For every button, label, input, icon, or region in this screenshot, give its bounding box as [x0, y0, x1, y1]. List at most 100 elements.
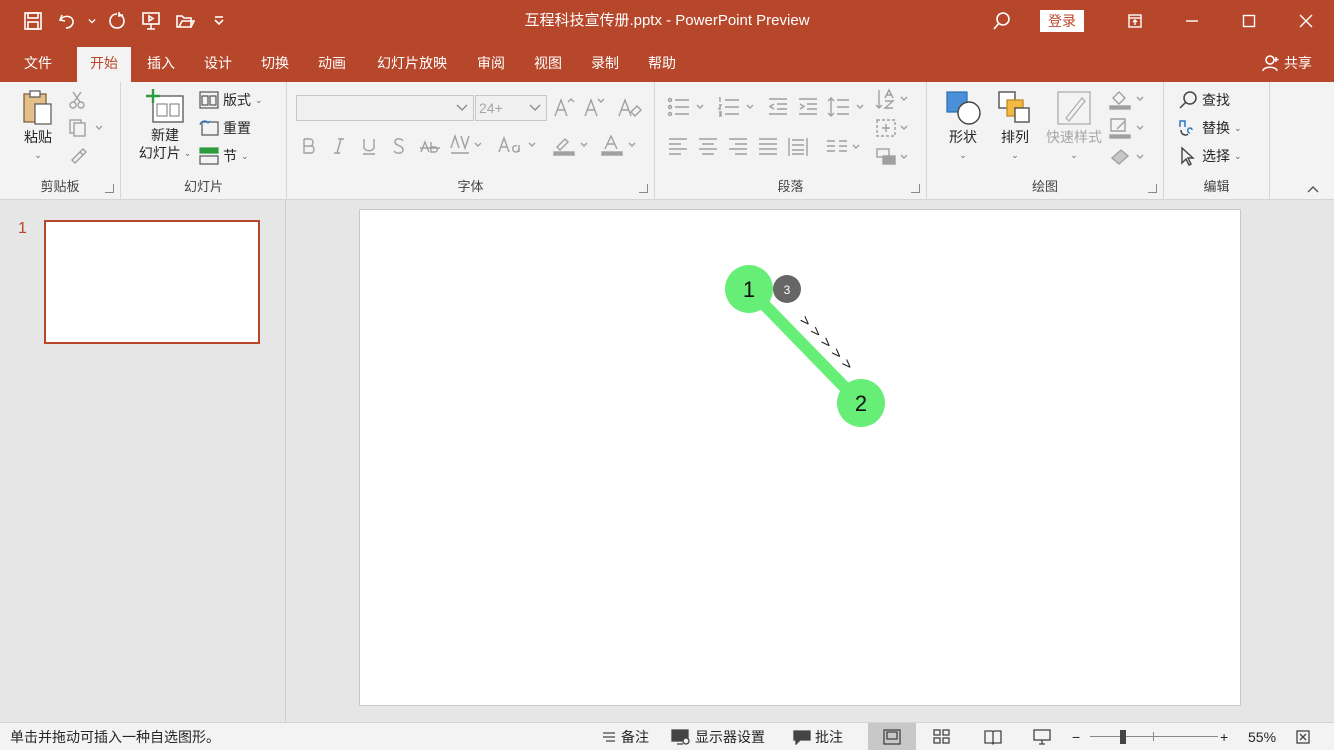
line-spacing-button[interactable] [827, 96, 867, 121]
comments-button[interactable]: 批注 [793, 723, 843, 750]
display-settings-button[interactable]: 显示器设置 [671, 723, 765, 750]
comment-icon [793, 730, 811, 745]
drawing-launcher[interactable] [1148, 184, 1157, 193]
close-button[interactable] [1277, 0, 1334, 42]
zoom-out-button[interactable]: − [1072, 723, 1080, 750]
zoom-in-button[interactable]: + [1220, 723, 1228, 750]
columns-button[interactable] [825, 136, 865, 161]
layout-button[interactable]: 版式 ⌄ [199, 90, 263, 110]
replace-button[interactable]: 替换 ⌄ [1178, 118, 1242, 138]
character-spacing-button[interactable] [449, 133, 489, 159]
slide-canvas[interactable]: > > > > > 1 2 3 [359, 209, 1241, 706]
align-right-button[interactable] [727, 136, 749, 161]
tab-record[interactable]: 录制 [580, 47, 630, 82]
collapse-ribbon-button[interactable] [1306, 182, 1320, 197]
underline-button[interactable] [361, 136, 377, 159]
share-button[interactable]: 共享 [1262, 50, 1312, 76]
new-slide-label-2: 幻灯片 [138, 145, 181, 161]
convert-to-smartart-button[interactable] [875, 146, 915, 171]
slideshow-view-button[interactable] [1028, 723, 1056, 750]
change-case-button[interactable] [497, 134, 541, 159]
ribbon-display-button[interactable] [1106, 0, 1163, 42]
minimize-button[interactable] [1163, 0, 1220, 42]
clipboard-group-label: 剪贴板 [40, 179, 80, 194]
notes-button[interactable]: 备注 [601, 723, 649, 750]
normal-view-button[interactable] [868, 723, 916, 750]
redo-button[interactable] [102, 6, 132, 36]
tab-slideshow[interactable]: 幻灯片放映 [366, 47, 458, 82]
tab-view[interactable]: 视图 [523, 47, 573, 82]
paste-button[interactable]: 粘贴 ⌄ [16, 88, 60, 164]
find-button[interactable]: 查找 [1178, 90, 1230, 110]
reading-view-button[interactable] [979, 723, 1007, 750]
grid-view-icon [933, 729, 950, 744]
text-direction-button[interactable] [875, 88, 915, 113]
reset-button[interactable]: 重置 [199, 118, 251, 138]
font-launcher[interactable] [639, 184, 648, 193]
tab-animations[interactable]: 动画 [307, 47, 357, 82]
shadow-button[interactable] [391, 136, 407, 159]
format-painter-button[interactable] [68, 146, 88, 169]
start-slideshow-button[interactable] [136, 6, 166, 36]
italic-button[interactable] [331, 136, 347, 159]
align-left-button[interactable] [667, 136, 689, 161]
search-button[interactable] [982, 0, 1022, 42]
new-slide-button[interactable]: 新建 幻灯片 ⌄ [129, 88, 201, 162]
quick-styles-button[interactable]: 快速样式 ⌄ [1041, 88, 1107, 164]
close-icon [1299, 14, 1312, 28]
undo-dropdown[interactable] [86, 6, 98, 36]
shape-fill-button[interactable] [1109, 88, 1149, 113]
increase-indent-button[interactable] [797, 96, 819, 121]
paragraph-launcher[interactable] [911, 184, 920, 193]
cut-button[interactable] [68, 90, 86, 113]
align-text-button[interactable] [875, 117, 915, 142]
section-button[interactable]: 节 ⌄ [199, 146, 249, 166]
zoom-thumb[interactable] [1120, 730, 1126, 744]
tab-transitions[interactable]: 切换 [250, 47, 300, 82]
shape-outline-button[interactable] [1109, 117, 1149, 142]
shapes-button[interactable]: 形状 ⌄ [941, 88, 985, 164]
search-icon [1179, 91, 1197, 109]
tab-design[interactable]: 设计 [193, 47, 243, 82]
increase-font-size-button[interactable] [553, 96, 577, 121]
bullets-button[interactable] [667, 96, 707, 121]
undo-button[interactable] [52, 6, 82, 36]
open-button[interactable] [170, 6, 200, 36]
login-button[interactable]: 登录 [1040, 10, 1084, 32]
highlight-color-button[interactable] [553, 134, 593, 159]
tab-help[interactable]: 帮助 [637, 47, 687, 82]
connector-line[interactable] [745, 285, 865, 408]
align-center-button[interactable] [697, 136, 719, 161]
justify-button[interactable] [757, 136, 779, 161]
font-color-button[interactable] [601, 134, 641, 159]
tab-insert[interactable]: 插入 [136, 47, 186, 82]
clipboard-launcher[interactable] [105, 184, 114, 193]
undo-icon [58, 14, 74, 29]
tab-home[interactable]: 开始 [77, 47, 131, 82]
slide-sorter-button[interactable] [928, 723, 956, 750]
font-name-input[interactable] [296, 95, 474, 121]
decrease-indent-button[interactable] [767, 96, 789, 121]
decrease-font-size-button[interactable] [583, 96, 607, 121]
select-button[interactable]: 选择 ⌄ [1178, 146, 1242, 166]
strikethrough-button[interactable] [419, 136, 441, 159]
maximize-button[interactable] [1220, 0, 1277, 42]
zoom-slider[interactable] [1090, 723, 1218, 750]
copy-button[interactable] [68, 118, 106, 141]
text-shadow-icon [393, 138, 404, 154]
tab-review[interactable]: 审阅 [466, 47, 516, 82]
tab-file[interactable]: 文件 [12, 47, 64, 82]
shape-effects-button[interactable] [1109, 146, 1149, 171]
zoom-level[interactable]: 55% [1248, 723, 1276, 750]
shape-effects-icon [1110, 149, 1144, 165]
arrange-button[interactable]: 排列 ⌄ [993, 88, 1037, 164]
bold-button[interactable] [301, 136, 317, 159]
save-button[interactable] [18, 6, 48, 36]
customize-qat-button[interactable] [204, 6, 234, 36]
fit-to-window-button[interactable] [1296, 723, 1310, 750]
distributed-button[interactable] [787, 136, 809, 161]
font-size-input[interactable]: 24+ [475, 95, 547, 121]
clear-formatting-button[interactable] [617, 96, 643, 121]
slide-thumbnail[interactable] [44, 220, 260, 344]
numbering-button[interactable] [717, 96, 757, 121]
